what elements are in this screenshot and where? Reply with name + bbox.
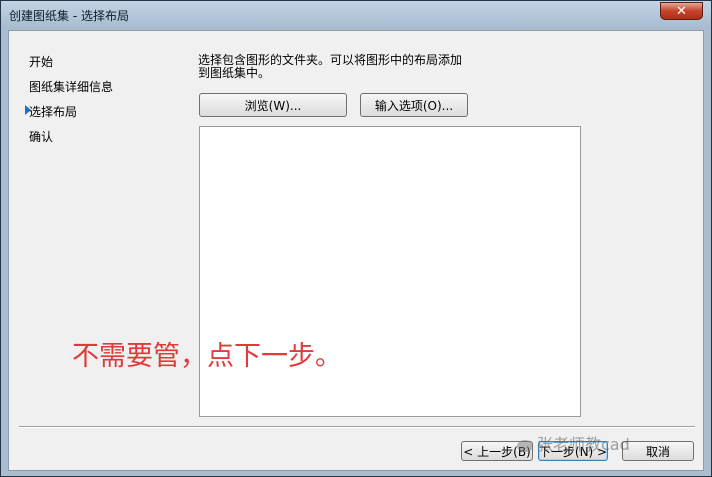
- close-button[interactable]: ✕: [660, 2, 703, 20]
- wizard-step-start[interactable]: 开始: [29, 53, 53, 70]
- wizard-step-details[interactable]: 图纸集详细信息: [29, 78, 113, 95]
- footer-separator: [19, 426, 695, 428]
- window-title: 创建图纸集 - 选择布局: [9, 9, 129, 23]
- layouts-list-box[interactable]: [199, 126, 581, 417]
- back-button[interactable]: < 上一步(B): [461, 441, 533, 461]
- dialog-window: 创建图纸集 - 选择布局 ✕ 开始 图纸集详细信息 选择布局 确认 选择包含图形…: [0, 0, 712, 477]
- wizard-step-confirm[interactable]: 确认: [29, 128, 53, 145]
- next-button[interactable]: 下一步(N) >: [538, 441, 608, 461]
- current-step-arrow-icon: [25, 105, 31, 115]
- annotation-text: 不需要管，点下一步。: [72, 341, 342, 372]
- browse-button[interactable]: 浏览(W)...: [199, 93, 347, 117]
- title-bar[interactable]: 创建图纸集 - 选择布局 ✕: [1, 1, 711, 29]
- import-options-button[interactable]: 输入选项(O)...: [360, 93, 468, 117]
- wizard-step-select-layouts-label: 选择布局: [29, 105, 78, 119]
- close-icon: ✕: [676, 3, 687, 19]
- instruction-text: 选择包含图形的文件夹。可以将图形中的布局添加 到图纸集中。: [198, 54, 478, 80]
- cancel-button[interactable]: 取消: [622, 441, 694, 461]
- dialog-client-area: 开始 图纸集详细信息 选择布局 确认 选择包含图形的文件夹。可以将图形中的布局添…: [8, 30, 704, 471]
- wizard-step-select-layouts[interactable]: 选择布局: [25, 103, 78, 120]
- instruction-line-2: 到图纸集中。: [198, 66, 271, 80]
